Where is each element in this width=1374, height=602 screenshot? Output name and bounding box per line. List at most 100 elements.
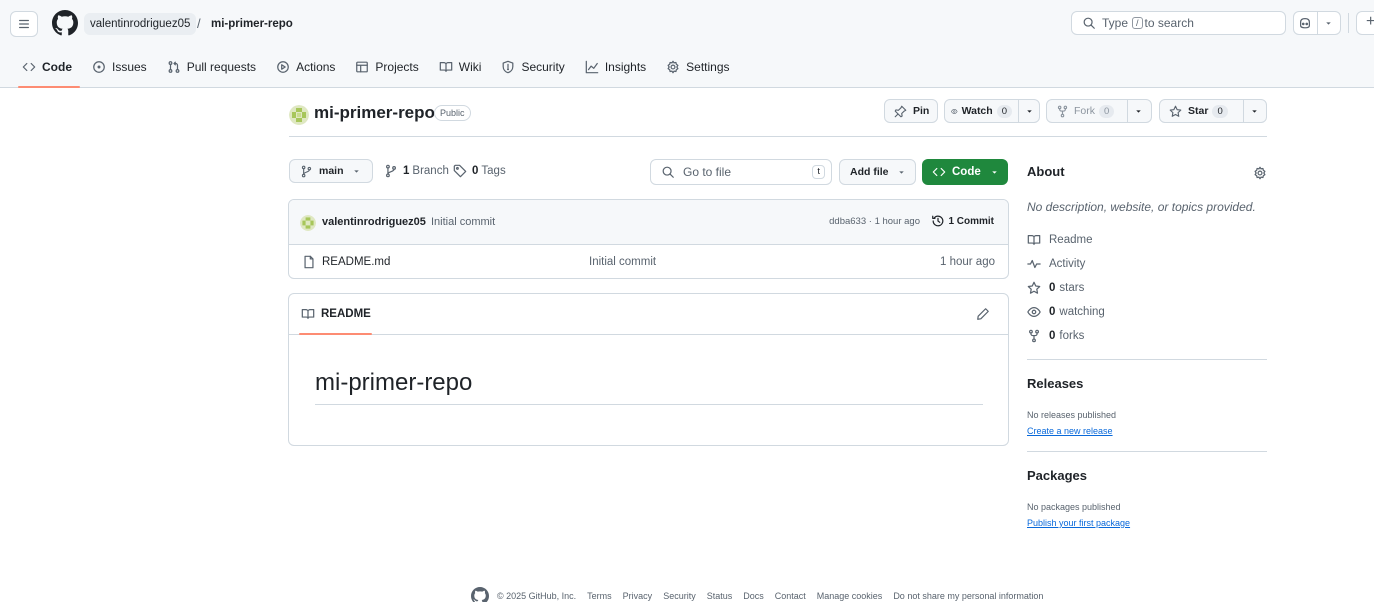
watch-button[interactable]: Watch 0 <box>944 99 1040 123</box>
footer-link-status[interactable]: Status <box>707 591 733 601</box>
readme-header: README <box>289 294 1008 335</box>
commit-author[interactable]: valentinrodriguez05 <box>322 216 426 228</box>
activity-link[interactable]: Activity <box>1027 257 1085 271</box>
fork-dropdown[interactable] <box>1127 100 1149 122</box>
hamburger-menu-button[interactable] <box>10 11 38 37</box>
fork-main[interactable]: Fork 0 <box>1047 100 1127 122</box>
tab-settings[interactable]: Settings <box>662 52 737 82</box>
activity-link-label: Activity <box>1049 258 1086 270</box>
star-icon <box>1027 281 1041 294</box>
readme-link[interactable]: Readme <box>1027 233 1092 247</box>
gear-icon[interactable] <box>1253 166 1267 180</box>
star-dropdown[interactable] <box>1243 100 1265 122</box>
branch-count: 1 <box>403 165 410 177</box>
search-icon <box>662 166 674 178</box>
file-age: 1 hour ago <box>940 256 995 268</box>
breadcrumb-repo[interactable]: mi-primer-repo <box>211 13 293 35</box>
fork-icon <box>1057 105 1068 117</box>
pencil-icon[interactable] <box>976 307 990 321</box>
tab-actions[interactable]: Actions <box>272 52 343 82</box>
footer-link-contact[interactable]: Contact <box>775 591 806 601</box>
footer-copyright: © 2025 GitHub, Inc. <box>497 591 577 601</box>
footer-link-manage-cookies[interactable]: Manage cookies <box>817 591 883 601</box>
visibility-badge: Public <box>434 105 471 121</box>
fork-button[interactable]: Fork 0 <box>1046 99 1152 123</box>
breadcrumb-separator: / <box>197 16 201 31</box>
branch-name: main <box>319 165 344 177</box>
readme-tab-underline <box>299 333 372 335</box>
footer-link-do-not-share[interactable]: Do not share my personal information <box>893 591 1043 601</box>
readme-tab[interactable]: README <box>301 307 371 321</box>
stars-link[interactable]: 0 stars <box>1027 281 1084 295</box>
tab-actions-label: Actions <box>296 60 336 74</box>
pin-button[interactable]: Pin <box>884 99 938 123</box>
commit-history-link[interactable]: 1 Commit <box>931 214 994 228</box>
tags-link[interactable]: 0 Tags <box>453 159 506 183</box>
releases-title[interactable]: Releases <box>1027 376 1083 391</box>
star-main[interactable]: Star 0 <box>1160 100 1243 122</box>
triangle-down-icon <box>353 169 359 173</box>
eye-icon <box>951 108 958 114</box>
publish-package-link[interactable]: Publish your first package <box>1027 518 1130 528</box>
file-name[interactable]: README.md <box>322 256 390 268</box>
tab-pull-requests-label: Pull requests <box>186 60 257 74</box>
forks-link[interactable]: 0 forks <box>1027 329 1084 343</box>
global-search-input[interactable]: Type / to search <box>1071 11 1286 35</box>
readme-link-label: Readme <box>1049 234 1093 246</box>
watch-dropdown[interactable] <box>1018 100 1040 122</box>
footer-link-security[interactable]: Security <box>663 591 696 601</box>
footer-link-terms[interactable]: Terms <box>587 591 612 601</box>
graph-icon <box>585 60 599 74</box>
watching-link[interactable]: 0 watching <box>1027 305 1105 319</box>
create-release-link[interactable]: Create a new release <box>1027 426 1113 436</box>
branch-label: Branch <box>412 165 449 177</box>
code-dropdown-button[interactable]: Code <box>922 159 1008 185</box>
tab-pull-requests[interactable]: Pull requests <box>163 52 264 82</box>
tab-security[interactable]: Security <box>497 52 572 82</box>
repo-owner-avatar[interactable] <box>289 105 309 125</box>
tag-label: Tags <box>481 165 506 177</box>
add-file-button[interactable]: Add file <box>839 159 916 185</box>
gear-icon <box>667 60 679 74</box>
file-commit-message[interactable]: Initial commit <box>589 256 656 268</box>
tab-wiki[interactable]: Wiki <box>435 52 490 82</box>
header-divider <box>1348 13 1349 33</box>
branches-link[interactable]: 1 Branch <box>384 159 449 183</box>
copilot-main[interactable] <box>1294 12 1317 34</box>
watch-main[interactable]: Watch 0 <box>945 100 1018 122</box>
search-shortcut-key: / <box>1132 17 1143 29</box>
commit-message[interactable]: Initial commit <box>431 216 495 228</box>
book-icon <box>1027 235 1041 245</box>
shield-icon <box>503 60 514 74</box>
go-to-file-input[interactable]: Go to file t <box>650 159 832 185</box>
branch-icon <box>386 164 396 178</box>
footer-link-docs[interactable]: Docs <box>743 591 764 601</box>
tab-code[interactable]: Code <box>18 52 80 88</box>
global-header: valentinrodriguez05 / mi-primer-repo Typ… <box>0 0 1374 88</box>
readme-panel: README mi-primer-repo <box>288 293 1009 446</box>
breadcrumb-owner[interactable]: valentinrodriguez05 <box>84 13 197 35</box>
triangle-down-icon <box>1252 109 1257 113</box>
file-row[interactable]: README.md Initial commit 1 hour ago <box>289 245 1008 278</box>
tab-projects[interactable]: Projects <box>351 52 426 82</box>
repo-title[interactable]: mi-primer-repo <box>314 103 435 123</box>
repo-sidebar: About No description, website, or topics… <box>1027 164 1267 528</box>
pin-label: Pin <box>913 105 930 117</box>
github-logo-icon[interactable] <box>471 587 489 602</box>
commit-hash-time[interactable]: ddba633 · 1 hour ago <box>829 216 920 227</box>
tab-insights[interactable]: Insights <box>581 52 654 82</box>
star-button[interactable]: Star 0 <box>1159 99 1267 123</box>
create-new-button[interactable]: + <box>1356 11 1374 35</box>
about-description: No description, website, or topics provi… <box>1027 200 1256 214</box>
copilot-dropdown[interactable] <box>1316 12 1340 34</box>
tab-projects-label: Projects <box>375 60 419 74</box>
github-logo-icon[interactable] <box>52 10 78 36</box>
branch-selector-button[interactable]: main <box>289 159 373 183</box>
tab-issues[interactable]: Issues <box>88 52 155 82</box>
packages-title[interactable]: Packages <box>1027 468 1087 483</box>
footer-link-privacy[interactable]: Privacy <box>623 591 653 601</box>
book-icon <box>439 62 453 72</box>
copilot-button[interactable] <box>1293 11 1341 35</box>
commit-author-avatar[interactable] <box>300 215 316 231</box>
releases-empty-text: No releases published <box>1027 410 1117 420</box>
